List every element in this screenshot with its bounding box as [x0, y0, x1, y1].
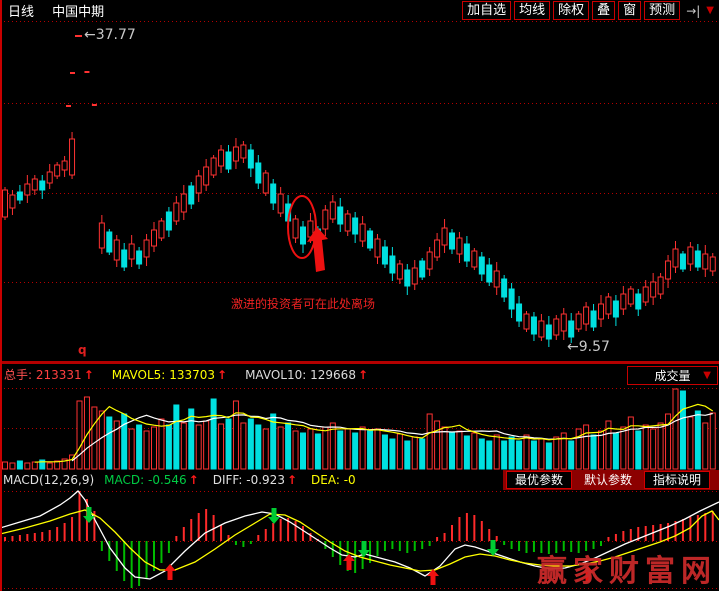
ma-lines-button[interactable]: 均线	[514, 1, 550, 20]
macd-header: MACD(12,26,9) MACD: -0.546 ↑ DIFF: -0.92…	[0, 470, 719, 490]
optimal-params-button[interactable]: 最优参数	[506, 471, 572, 489]
mavol10-label: MAVOL10:	[245, 368, 306, 382]
exit-annotation-text: 激进的投资者可在此处离场	[231, 295, 375, 312]
volume-header: 总手: 213331 ↑ MAVOL5: 133703 ↑ MAVOL10: 1…	[0, 362, 719, 385]
macd-params-label: MACD(12,26,9)	[3, 473, 94, 487]
up-arrow-icon: ↑	[358, 368, 368, 382]
mavol10-value: 129668	[310, 368, 356, 382]
up-arrow-icon: ↑	[217, 368, 227, 382]
forecast-button[interactable]: 预测	[644, 1, 680, 20]
top-toolbar: 加自选 均线 除权 叠 窗 预测 →| ▼	[459, 1, 717, 20]
default-params-button[interactable]: 默认参数	[575, 471, 641, 489]
chart-title: 日线 中国中期	[8, 1, 104, 20]
period-label: 日线	[8, 5, 34, 20]
add-watchlist-button[interactable]: 加自选	[462, 1, 511, 20]
overlay-button[interactable]: 叠	[592, 1, 615, 20]
macd-value: -0.546	[148, 473, 187, 487]
high-price-label: ←37.77	[84, 27, 136, 43]
total-lots-label: 总手:	[4, 366, 32, 383]
diff-value: -0.923	[246, 473, 285, 487]
mavol5-label: MAVOL5:	[112, 368, 166, 382]
ex-rights-button[interactable]: 除权	[553, 1, 589, 20]
up-arrow-icon: ↑	[84, 368, 94, 382]
left-border	[0, 0, 2, 591]
up-arrow-icon: ↑	[287, 473, 297, 487]
stock-name: 中国中期	[52, 5, 104, 20]
trading-app-window: 日线 中国中期 加自选 均线 除权 叠 窗 预测 →| ▼ ←37.77 ←9.…	[0, 0, 719, 591]
macd-label: MACD:	[104, 473, 144, 487]
dea-label: DEA:	[311, 473, 340, 487]
indicator-dropdown[interactable]: 成交量 ▼	[627, 366, 718, 385]
mavol5-value: 133703	[169, 368, 215, 382]
watermark-text: 赢家财富网	[537, 546, 717, 590]
next-page-icon[interactable]: →|	[686, 4, 700, 18]
top-bar: 日线 中国中期 加自选 均线 除权 叠 窗 预测 →| ▼	[0, 0, 719, 21]
diff-label: DIFF:	[213, 473, 243, 487]
indicator-help-button[interactable]: 指标说明	[644, 471, 710, 489]
total-lots-value: 213331	[36, 368, 82, 382]
dea-value: -0	[344, 473, 356, 487]
q-mark: q	[78, 343, 87, 357]
volume-chart[interactable]	[0, 385, 719, 470]
up-arrow-icon: ↑	[189, 473, 199, 487]
window-button[interactable]: 窗	[618, 1, 641, 20]
indicator-dropdown-label: 成交量	[654, 367, 690, 384]
chevron-down-icon: ▼	[703, 370, 711, 381]
macd-button-strip: 最优参数 默认参数 指标说明	[503, 470, 719, 490]
chevron-down-icon[interactable]: ▼	[706, 5, 714, 16]
low-price-label: ←9.57	[567, 339, 610, 355]
